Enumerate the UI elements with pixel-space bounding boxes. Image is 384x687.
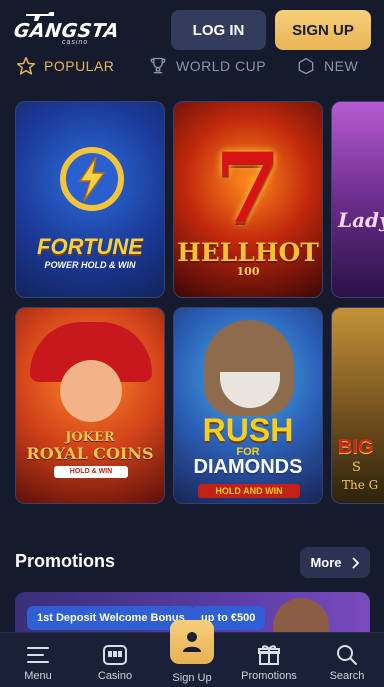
game-subtitle: 100 bbox=[236, 265, 260, 278]
tab-new-label: NEW bbox=[324, 58, 359, 74]
game-title: Lady bbox=[338, 208, 384, 232]
game-title: BIG bbox=[338, 436, 374, 458]
game-tile-fortune[interactable]: FORTUNE POWER HOLD & WIN bbox=[15, 101, 165, 298]
game-badge: HOLD & WIN bbox=[54, 466, 128, 478]
tab-popular-label: POPULAR bbox=[44, 58, 115, 74]
nav-menu-label: Menu bbox=[24, 670, 52, 682]
game-badge: HOLD AND WIN bbox=[198, 484, 300, 498]
signup-button[interactable]: SIGN UP bbox=[275, 10, 371, 50]
more-label: More bbox=[310, 555, 342, 570]
game-tile-rush-for-diamonds[interactable]: RUSH FOR DIAMONDS HOLD AND WIN bbox=[173, 307, 323, 504]
nav-search-label: Search bbox=[329, 670, 365, 682]
login-button[interactable]: LOG IN bbox=[171, 10, 266, 50]
star-icon bbox=[16, 56, 36, 75]
game-title: FORTUNE bbox=[37, 234, 143, 259]
chevron-right-icon bbox=[351, 556, 359, 569]
slot-machine-icon bbox=[102, 642, 128, 668]
nav-search[interactable]: Search bbox=[309, 633, 384, 687]
game-title: RUSH bbox=[202, 412, 294, 448]
nav-menu[interactable]: Menu bbox=[0, 633, 76, 687]
tab-new[interactable]: NEW bbox=[296, 56, 358, 76]
gangsta-casino-logo[interactable]: GANGSTA casino bbox=[12, 10, 121, 48]
gift-icon bbox=[256, 642, 282, 668]
joker-face-image bbox=[60, 360, 122, 422]
promotions-heading: Promotions bbox=[15, 551, 116, 571]
game-title: HELLHOT bbox=[177, 238, 319, 267]
tab-world-cup-label: WORLD CUP bbox=[176, 58, 267, 74]
tab-popular[interactable]: POPULAR bbox=[16, 56, 114, 76]
game-tile-big[interactable]: BIG S The G bbox=[331, 307, 384, 504]
menu-icon bbox=[25, 642, 51, 668]
signup-fab-button[interactable] bbox=[170, 620, 214, 664]
game-subtitle: S bbox=[352, 460, 361, 475]
game-title-top: JOKER bbox=[65, 430, 115, 445]
tab-world-cup[interactable]: WORLD CUP bbox=[148, 56, 266, 76]
game-tile-hellhot[interactable]: 7 HELLHOT 100 bbox=[173, 101, 323, 298]
new-icon bbox=[298, 57, 314, 75]
lucky-seven-icon: 7 bbox=[214, 132, 282, 245]
lightning-bolt-icon bbox=[60, 147, 124, 211]
game-tile-lady[interactable]: Lady bbox=[331, 101, 384, 298]
game-tile-joker-royal-coins[interactable]: JOKER ROYAL COINS HOLD & WIN bbox=[15, 307, 165, 504]
nav-signup-label: Sign Up bbox=[172, 672, 212, 684]
user-icon bbox=[183, 632, 201, 652]
nav-promotions-label: Promotions bbox=[241, 670, 297, 682]
more-button[interactable]: More bbox=[300, 547, 370, 578]
game-subtitle-2: The G bbox=[342, 478, 379, 492]
nav-casino[interactable]: Casino bbox=[77, 633, 153, 687]
top-header: GANGSTA casino LOG IN SIGN UP bbox=[0, 0, 384, 56]
game-title-2: DIAMONDS bbox=[193, 456, 303, 478]
nav-casino-label: Casino bbox=[97, 670, 133, 682]
logo-subtext: casino bbox=[62, 39, 89, 46]
game-title: ROYAL COINS bbox=[26, 444, 154, 463]
game-subtitle: POWER HOLD & WIN bbox=[44, 260, 136, 270]
trophy-icon bbox=[150, 57, 166, 74]
search-icon bbox=[334, 642, 360, 668]
nav-promotions[interactable]: Promotions bbox=[231, 633, 307, 687]
